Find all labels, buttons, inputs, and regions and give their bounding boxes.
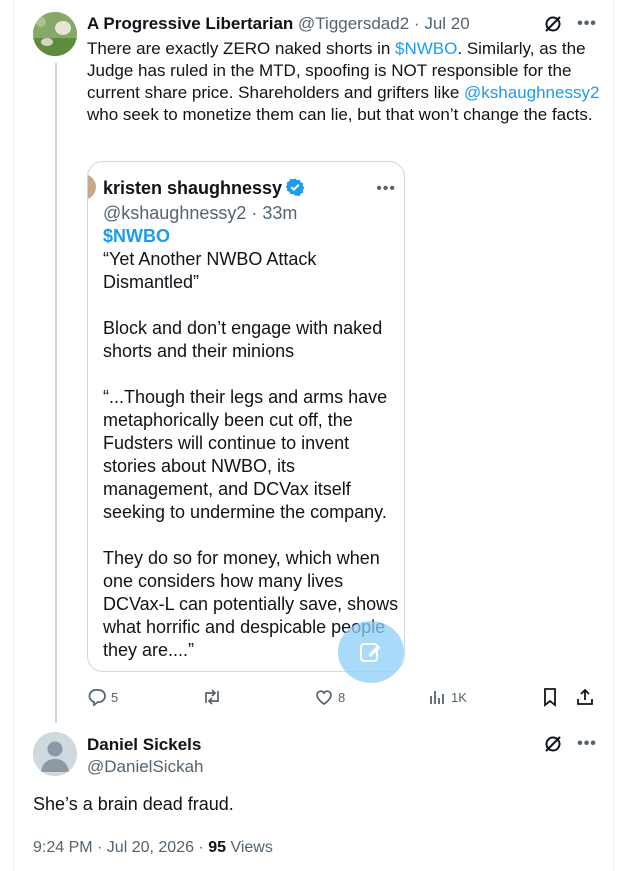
more-icon: ••• [577,735,597,752]
reply-more-button[interactable]: ••• [574,733,600,755]
more-icon: ••• [577,15,597,32]
quoted-cashtag[interactable]: $NWBO [103,226,170,246]
quoted-post-card[interactable]: kristen shaughnessy ••• @kshaughnessy2 ·… [87,161,405,672]
avatar-image [33,12,77,56]
quoted-handle-time: @kshaughnessy2 · 33m [103,203,298,223]
grok-button-reply[interactable] [542,733,564,755]
post-action-bar: 5 8 1K [87,684,601,710]
post-author-avatar[interactable] [33,12,77,56]
post-header: A Progressive Libertarian @Tiggersdad2 ·… [87,14,470,34]
grok-slash-icon [545,736,561,752]
compose-icon [360,643,381,662]
post-more-button[interactable]: ••• [574,13,600,35]
verified-icon [285,178,305,196]
views-count: 1K [451,689,467,705]
more-icon: ••• [376,180,396,197]
reply-icon [88,689,106,707]
header-separator: · [413,14,420,33]
post-text: There are exactly ZERO naked shorts in $… [87,38,602,126]
like-icon [316,690,332,705]
share-icon [577,688,593,705]
bookmark-icon [544,688,556,707]
reply-meta: 9:24 PM · Jul 20, 2026 · 95 Views [33,838,273,858]
reply-author-name[interactable]: Daniel Sickels [87,735,201,755]
post-text-segment-1: There are exactly ZERO naked shorts in [87,39,396,58]
cashtag-link[interactable]: $NWBO [395,39,457,58]
reply-timestamp[interactable]: 9:24 PM · Jul 20, 2026 · [33,839,208,856]
reply-views-count: 95 [208,839,226,856]
share-button[interactable] [575,684,595,710]
post-author-name[interactable]: A Progressive Libertarian [87,14,293,33]
quoted-author-row: kristen shaughnessy [103,177,305,199]
reply-count: 5 [111,689,119,705]
reply-button[interactable]: 5 [87,684,118,710]
bookmark-button[interactable] [540,684,560,710]
post-date[interactable]: Jul 20 [424,14,469,33]
like-count: 8 [338,689,346,705]
quoted-author-name: kristen shaughnessy [103,178,283,198]
quoted-more-button[interactable]: ••• [376,180,396,198]
post-author-handle[interactable]: @Tiggersdad2 [298,14,409,33]
thread-connector-line [55,63,57,723]
reply-text: She’s a brain dead fraud. [33,794,234,814]
retweet-button[interactable] [201,684,227,710]
mention-link[interactable]: @kshaughnessy2 [464,83,599,102]
quoted-text: $NWBO “Yet Another NWBO Attack Dismantle… [103,225,403,662]
grok-slash-icon [545,16,561,32]
quoted-author-avatar [88,174,96,200]
post-text-segment-3: who seek to monetize them can lie, but t… [87,105,593,124]
compose-fab-button[interactable] [338,621,404,683]
default-avatar-icon [33,732,77,776]
retweet-icon [205,689,219,705]
views-icon [430,691,444,704]
grok-button[interactable] [542,13,564,35]
reply-views-label: Views [226,839,273,856]
views-button[interactable]: 1K [427,684,467,710]
reply-author-avatar[interactable] [33,732,77,776]
like-button[interactable]: 8 [314,684,345,710]
reply-author-handle[interactable]: @DanielSickah [87,757,203,777]
quoted-body: “Yet Another NWBO Attack Dismantled” Blo… [103,249,399,660]
